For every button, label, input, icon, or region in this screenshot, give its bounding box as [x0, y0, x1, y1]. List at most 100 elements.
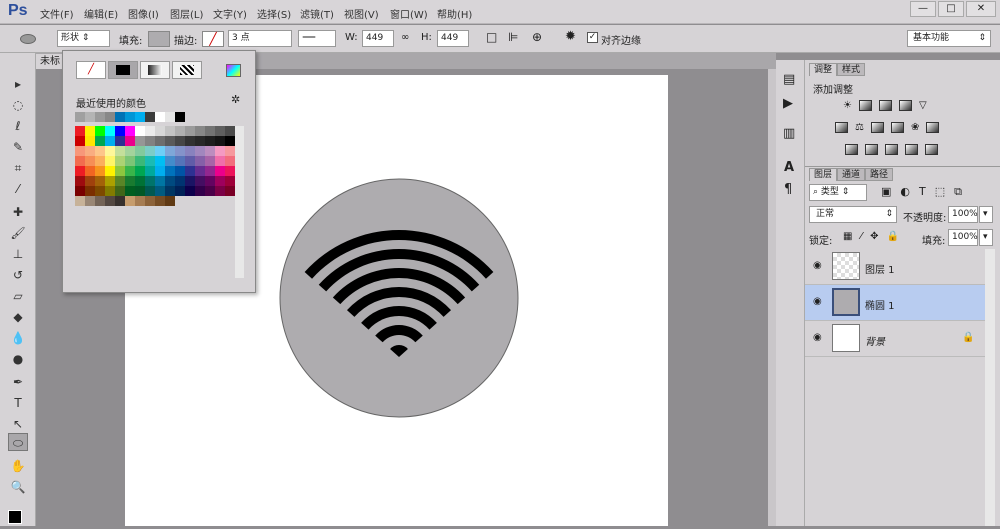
menu-edit[interactable]: 编辑(E): [84, 6, 118, 21]
color-swatch[interactable]: [125, 136, 135, 146]
curves-icon[interactable]: [878, 100, 892, 111]
move-tool-icon[interactable]: ▸: [8, 75, 28, 93]
color-swatch[interactable]: [185, 146, 195, 156]
color-swatch[interactable]: [215, 126, 225, 136]
color-swatch[interactable]: [205, 166, 215, 176]
eye-icon[interactable]: ◉: [813, 332, 822, 343]
color-swatch[interactable]: [125, 166, 135, 176]
menu-file[interactable]: 文件(F): [40, 6, 74, 21]
color-swatch[interactable]: [135, 126, 145, 136]
color-swatch[interactable]: [165, 146, 175, 156]
color-swatch[interactable]: [165, 196, 175, 206]
recent-color-swatch[interactable]: [75, 112, 85, 122]
color-swatch[interactable]: [115, 196, 125, 206]
recent-color-swatch[interactable]: [175, 112, 185, 122]
color-swatch[interactable]: [115, 156, 125, 166]
color-swatch[interactable]: [95, 196, 105, 206]
color-swatch[interactable]: [115, 146, 125, 156]
color-swatch[interactable]: [155, 186, 165, 196]
color-swatch[interactable]: [125, 126, 135, 136]
gear-icon[interactable]: ✹: [565, 29, 576, 44]
recent-color-swatch[interactable]: [95, 112, 105, 122]
color-swatch[interactable]: [145, 156, 155, 166]
gradient-button[interactable]: [140, 61, 170, 79]
color-swatch[interactable]: [165, 186, 175, 196]
color-swatch[interactable]: [85, 186, 95, 196]
path-arrangement-icon[interactable]: ⊕: [532, 30, 542, 44]
layer-row[interactable]: ◉ 图层 1: [805, 249, 985, 285]
color-swatch[interactable]: [145, 176, 155, 186]
recent-color-swatch[interactable]: [165, 112, 175, 122]
color-swatch[interactable]: [115, 176, 125, 186]
color-swatch[interactable]: [175, 146, 185, 156]
height-input[interactable]: 449 像素: [437, 30, 469, 47]
color-swatch[interactable]: [205, 176, 215, 186]
ellipse-tool-preset-icon[interactable]: [20, 34, 36, 44]
path-select-tool-icon[interactable]: ↖: [8, 415, 28, 433]
close-button[interactable]: ✕: [966, 1, 996, 17]
workspace-select[interactable]: 基本功能 ⇕: [907, 30, 991, 47]
path-operations-icon[interactable]: □: [486, 30, 497, 44]
swatch-scrollbar[interactable]: [235, 126, 244, 278]
color-swatch[interactable]: [125, 156, 135, 166]
color-swatch[interactable]: [85, 156, 95, 166]
color-swatch[interactable]: [135, 186, 145, 196]
tab-adjustments[interactable]: 调整: [809, 63, 838, 76]
color-swatch[interactable]: [115, 186, 125, 196]
recent-color-swatch[interactable]: [85, 112, 95, 122]
color-swatch[interactable]: [125, 196, 135, 206]
color-swatch[interactable]: [195, 176, 205, 186]
color-swatch[interactable]: [165, 156, 175, 166]
color-swatch[interactable]: [95, 186, 105, 196]
color-swatch[interactable]: [175, 136, 185, 146]
lasso-tool-icon[interactable]: ℓ: [8, 117, 28, 135]
color-swatch[interactable]: [155, 196, 165, 206]
color-swatch[interactable]: [215, 166, 225, 176]
color-swatch[interactable]: [195, 126, 205, 136]
shape-filter-icon[interactable]: ⬚: [935, 185, 945, 199]
menu-image[interactable]: 图像(I): [128, 6, 159, 21]
path-alignment-icon[interactable]: ⊫: [508, 30, 518, 44]
color-swatch[interactable]: [95, 126, 105, 136]
invert-icon[interactable]: [845, 144, 858, 155]
black-white-icon[interactable]: [870, 122, 884, 133]
color-swatch[interactable]: [85, 126, 95, 136]
color-swatch[interactable]: [95, 166, 105, 176]
color-swatch[interactable]: [75, 126, 85, 136]
color-swatch[interactable]: [105, 136, 115, 146]
mode-select[interactable]: 形状 ⇕: [57, 30, 110, 47]
color-swatch[interactable]: [145, 196, 155, 206]
stroke-swatch[interactable]: ╱: [202, 31, 224, 47]
gear-icon[interactable]: ✲: [231, 93, 240, 106]
menu-filter[interactable]: 滤镜(T): [300, 6, 334, 21]
posterize-icon[interactable]: [865, 144, 878, 155]
menu-view[interactable]: 视图(V): [344, 6, 379, 21]
threshold-icon[interactable]: [885, 144, 898, 155]
color-swatch[interactable]: [175, 186, 185, 196]
color-swatch[interactable]: [225, 136, 235, 146]
color-swatch[interactable]: [195, 146, 205, 156]
color-swatch[interactable]: [85, 176, 95, 186]
color-swatch[interactable]: [195, 136, 205, 146]
color-swatch[interactable]: [105, 146, 115, 156]
lock-all-icon[interactable]: 🔒: [887, 231, 899, 242]
color-swatch[interactable]: [215, 176, 225, 186]
color-picker-icon[interactable]: [226, 64, 241, 77]
color-swatch[interactable]: [105, 166, 115, 176]
blur-tool-icon[interactable]: 💧: [8, 329, 28, 347]
color-swatch[interactable]: [165, 136, 175, 146]
link-icon[interactable]: ∞: [401, 32, 409, 43]
color-swatch[interactable]: [95, 146, 105, 156]
width-input[interactable]: 449 像素: [362, 30, 394, 47]
color-swatch[interactable]: [225, 146, 235, 156]
color-swatch[interactable]: [165, 126, 175, 136]
color-swatch[interactable]: [205, 156, 215, 166]
color-swatch[interactable]: [145, 166, 155, 176]
hand-tool-icon[interactable]: ✋: [8, 457, 28, 475]
color-swatch[interactable]: [125, 186, 135, 196]
color-swatch[interactable]: [75, 166, 85, 176]
color-swatch[interactable]: [175, 156, 185, 166]
recent-color-swatch[interactable]: [155, 112, 165, 122]
selective-color-icon[interactable]: [905, 144, 918, 155]
foreground-color-swatch[interactable]: [8, 510, 22, 524]
